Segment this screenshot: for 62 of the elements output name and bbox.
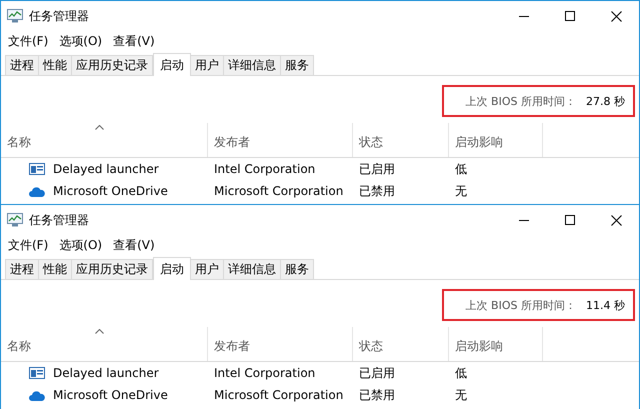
table-cell-text: 已禁用: [358, 386, 396, 404]
app-name: Delayed launcher: [53, 366, 159, 380]
table-cell-text: 低: [454, 364, 468, 382]
cloud-icon: [29, 390, 45, 400]
menu-item[interactable]: 文件(F): [5, 32, 54, 50]
app-name: Microsoft OneDrive: [53, 388, 168, 402]
table-cell-text: Intel Corporation: [213, 162, 316, 176]
app-name: Delayed launcher: [53, 162, 159, 176]
tab[interactable]: 启动: [153, 53, 191, 76]
column-header[interactable]: 启动影响: [449, 327, 543, 361]
monitor-chart-icon: [7, 213, 23, 227]
tab[interactable]: 性能: [39, 55, 72, 75]
menu-item[interactable]: 查看(V): [110, 32, 161, 50]
close-icon[interactable]: [610, 214, 622, 226]
tab[interactable]: 启动: [153, 257, 191, 280]
bios-time-value: 11.4 秒: [586, 298, 625, 312]
table-cell-text: 无: [454, 182, 468, 200]
sort-caret-icon: [95, 329, 104, 334]
window-icon: [29, 367, 45, 379]
tab[interactable]: 性能: [39, 259, 72, 279]
maximize-icon[interactable]: [565, 11, 575, 21]
tab[interactable]: 用户: [191, 55, 224, 75]
bios-time-label: 上次 BIOS 所用时间：: [466, 94, 576, 108]
window-title: 任务管理器: [29, 212, 89, 228]
menu-item[interactable]: 查看(V): [110, 236, 161, 254]
tab[interactable]: 详细信息: [224, 55, 281, 75]
tab[interactable]: 应用历史记录: [72, 259, 153, 279]
tab[interactable]: 用户: [191, 259, 224, 279]
table-cell-text: 无: [454, 386, 468, 404]
table-cell-text: 已启用: [358, 364, 396, 382]
tab[interactable]: 进程: [5, 55, 39, 75]
table-cell-text: Intel Corporation: [213, 366, 316, 380]
table-cell-text: Microsoft Corporation: [213, 388, 344, 402]
column-header[interactable]: 状态: [353, 123, 449, 157]
menu-item[interactable]: 选项(O): [56, 32, 108, 50]
tab[interactable]: 详细信息: [224, 259, 281, 279]
column-header[interactable]: 发布者: [208, 327, 353, 361]
table-cell-text: 低: [454, 160, 468, 178]
close-icon[interactable]: [610, 10, 622, 22]
bios-time-label: 上次 BIOS 所用时间：: [466, 298, 576, 312]
column-header[interactable]: 名称: [1, 327, 208, 361]
cloud-icon: [29, 186, 45, 196]
menu-item[interactable]: 文件(F): [5, 236, 54, 254]
monitor-chart-icon: [7, 9, 23, 23]
table-cell-text: 已启用: [358, 160, 396, 178]
menu-item[interactable]: 选项(O): [56, 236, 108, 254]
sort-caret-icon: [95, 125, 104, 130]
tab[interactable]: 服务: [281, 259, 314, 279]
tab[interactable]: 服务: [281, 55, 314, 75]
column-header[interactable]: 发布者: [208, 123, 353, 157]
app-name: Microsoft OneDrive: [53, 184, 168, 198]
window-title: 任务管理器: [29, 8, 89, 24]
maximize-icon[interactable]: [565, 215, 575, 225]
column-header[interactable]: 启动影响: [449, 123, 543, 157]
column-header[interactable]: 状态: [353, 327, 449, 361]
table-cell-text: 已禁用: [358, 182, 396, 200]
tab[interactable]: 进程: [5, 259, 39, 279]
column-header[interactable]: 名称: [1, 123, 208, 157]
bios-time-value: 27.8 秒: [586, 94, 625, 108]
window-icon: [29, 163, 45, 175]
table-cell-text: Microsoft Corporation: [213, 184, 344, 198]
tab[interactable]: 应用历史记录: [72, 55, 153, 75]
